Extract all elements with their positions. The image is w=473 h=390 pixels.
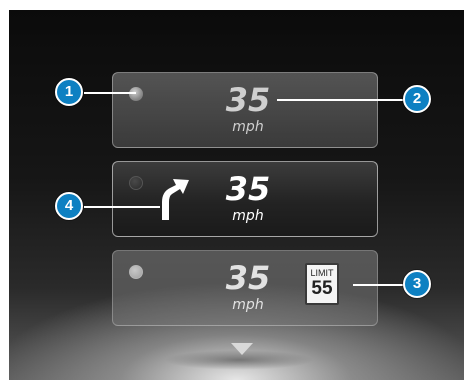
callout-line-1 <box>84 92 136 94</box>
speed-card-2[interactable]: 35 mph <box>112 161 378 237</box>
speed-limit-sign: LIMIT 55 <box>305 263 339 305</box>
speed-card-3[interactable]: 35 mph LIMIT 55 <box>112 250 378 326</box>
callout-badge-4: 4 <box>55 192 83 220</box>
chevron-down-icon[interactable] <box>231 343 253 355</box>
speed-unit: mph <box>232 297 264 313</box>
limit-value: 55 <box>311 278 333 299</box>
speed-value: 35 <box>225 259 271 297</box>
callout-line-4 <box>84 206 160 208</box>
callout-line-3 <box>353 284 405 286</box>
speed-value: 35 <box>225 81 271 119</box>
callout-line-2 <box>277 99 405 101</box>
callout-badge-2: 2 <box>403 85 431 113</box>
speed-unit: mph <box>232 208 264 224</box>
callout-badge-1: 1 <box>55 78 83 106</box>
indicator-dot-icon <box>129 265 143 279</box>
speed-value: 35 <box>225 170 271 208</box>
speed-card-1[interactable]: 35 mph <box>112 72 378 148</box>
indicator-dot-icon <box>129 176 143 190</box>
callout-badge-3: 3 <box>403 270 431 298</box>
diagram-screen: 35 mph 35 mph 35 mph LIMIT 55 1 2 3 4 <box>0 0 473 390</box>
speed-unit: mph <box>232 119 264 135</box>
turn-right-arrow-icon <box>162 179 189 220</box>
indicator-dot-icon <box>129 87 143 101</box>
